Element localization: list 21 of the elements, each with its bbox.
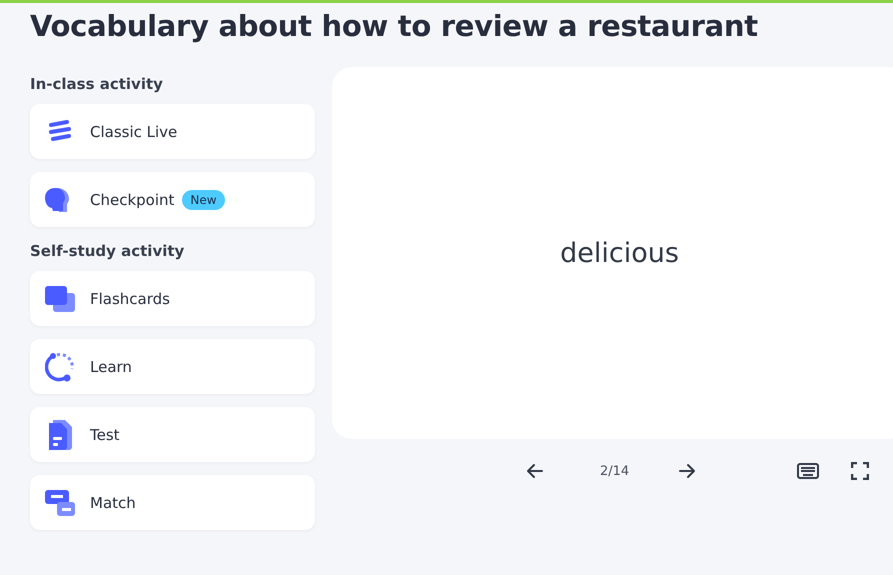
- previous-button[interactable]: [525, 461, 545, 481]
- flashcard-term: delicious: [560, 238, 679, 268]
- cards-icon: [45, 286, 75, 312]
- page-title: Vocabulary about how to review a restaurant: [30, 9, 759, 43]
- match-icon: [45, 488, 75, 518]
- activity-button[interactable]: Learn: [30, 339, 315, 394]
- new-badge: New: [182, 190, 225, 210]
- next-button[interactable]: [677, 461, 698, 481]
- activity-button[interactable]: Flashcards: [30, 271, 315, 326]
- activity-button[interactable]: Checkpoint New: [30, 172, 315, 227]
- document-icon: [47, 420, 73, 450]
- fullscreen-icon[interactable]: [851, 462, 870, 480]
- activity-button[interactable]: Classic Live: [30, 104, 315, 159]
- activity-button[interactable]: Test: [30, 407, 315, 462]
- flashcard[interactable]: delicious: [332, 67, 893, 439]
- keyboard-icon[interactable]: [797, 463, 820, 479]
- card-counter: 2/14: [600, 464, 630, 478]
- section-heading: Self-study activity: [30, 242, 186, 260]
- cycle-icon: [45, 352, 75, 382]
- section-heading: In-class activity: [30, 75, 164, 93]
- activity-button[interactable]: Match: [30, 475, 315, 530]
